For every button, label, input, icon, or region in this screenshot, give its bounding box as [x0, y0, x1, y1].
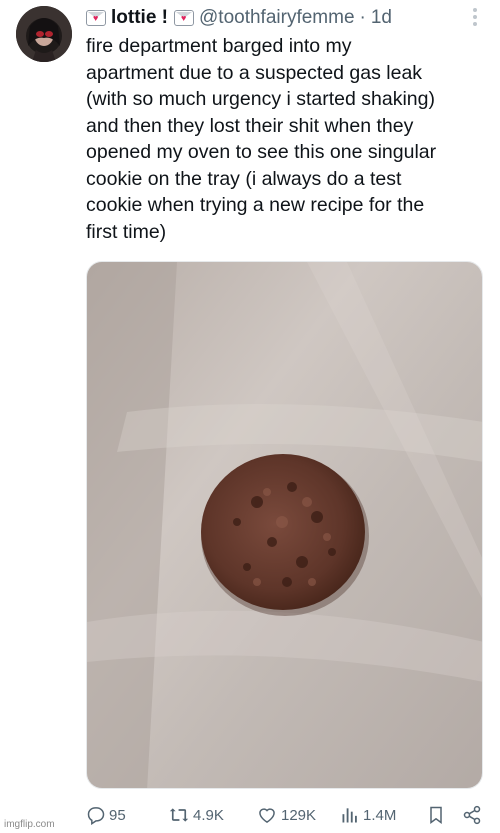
more-options-icon[interactable]: [472, 8, 478, 28]
repost-button[interactable]: 4.9K: [168, 805, 256, 825]
repost-count: 4.9K: [193, 806, 224, 824]
avatar[interactable]: [16, 6, 72, 62]
view-count: 1.4M: [363, 806, 397, 824]
timestamp[interactable]: 1d: [371, 7, 392, 29]
reply-icon: [87, 807, 105, 825]
heart-icon: [259, 808, 275, 823]
tweet-media-image[interactable]: [86, 261, 483, 789]
like-count: 129K: [281, 806, 317, 824]
love-letter-icon: ♥: [86, 10, 106, 26]
analytics-icon: [342, 808, 357, 823]
like-button[interactable]: 129K: [256, 805, 340, 825]
user-handle[interactable]: @toothfairyfemme: [199, 7, 355, 29]
separator: ·: [359, 7, 366, 28]
bookmark-button[interactable]: [426, 805, 462, 825]
tweet-header: ♥ lottie ! ♥ @toothfairyfemme · 1d: [86, 6, 488, 30]
repost-icon: [169, 808, 189, 822]
share-button[interactable]: [462, 805, 486, 825]
bookmark-icon: [430, 806, 442, 824]
avatar-image: [16, 6, 72, 62]
love-letter-icon: ♥: [174, 10, 194, 26]
cookie-photo: [87, 262, 482, 788]
share-icon: [463, 805, 481, 825]
tweet-text: fire department barged into my apartment…: [86, 35, 437, 243]
reply-count: 95: [109, 806, 126, 824]
display-name[interactable]: lottie !: [111, 7, 168, 29]
views-button[interactable]: 1.4M: [340, 805, 426, 825]
imgflip-watermark: imgflip.com: [4, 819, 55, 830]
tweet-actions: 95 4.9K 129K 1.4M: [86, 802, 486, 828]
reply-button[interactable]: 95: [86, 805, 168, 825]
